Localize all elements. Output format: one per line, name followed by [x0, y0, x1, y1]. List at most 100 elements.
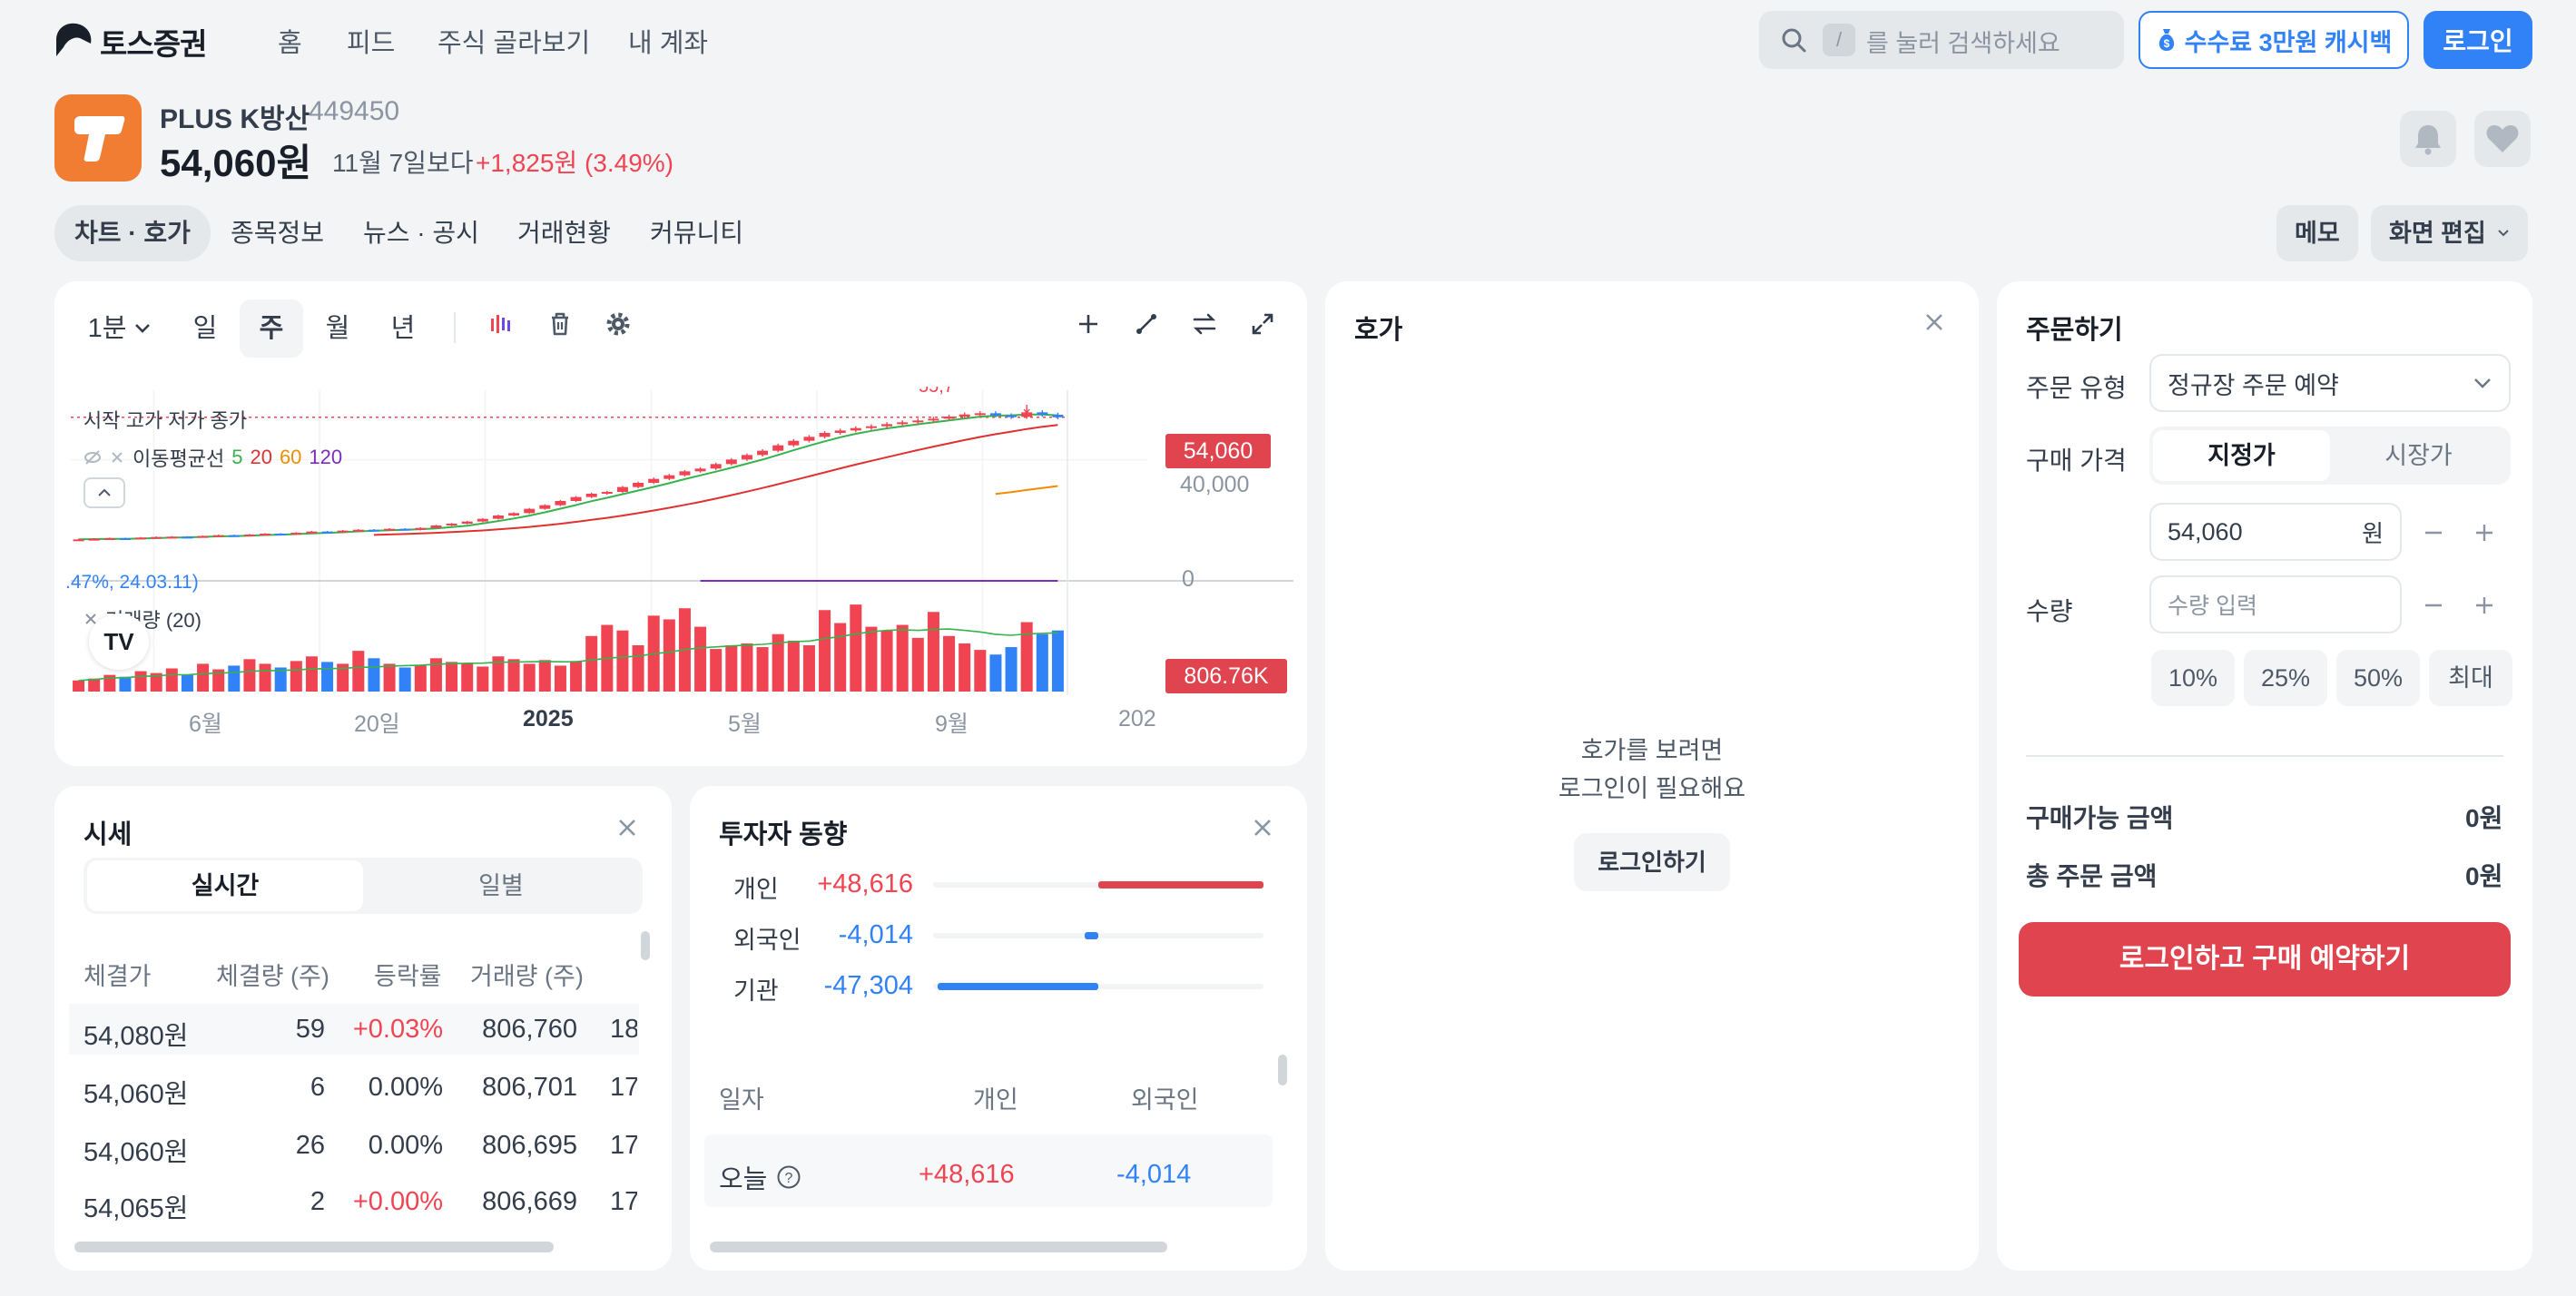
candle-body	[88, 538, 100, 541]
collapse-legend-button[interactable]	[84, 477, 125, 508]
volume-bar	[741, 643, 753, 692]
candle-body	[803, 437, 815, 441]
volume-bar	[134, 671, 147, 692]
vertical-scrollbar[interactable]	[1278, 1055, 1287, 1085]
volume-bar	[616, 630, 629, 692]
volume-bar	[259, 663, 271, 692]
nav-home[interactable]: 홈	[278, 22, 302, 60]
nav-feed[interactable]: 피드	[347, 22, 395, 60]
horizontal-scrollbar[interactable]	[74, 1242, 554, 1252]
volume-bar	[461, 663, 474, 692]
ohlc-legend: 시작 고가 저가 종가	[84, 409, 248, 432]
price-decrement-button[interactable]	[2420, 519, 2447, 546]
period-year[interactable]: 년	[372, 299, 434, 358]
volume-bar	[927, 612, 939, 692]
candle-body	[555, 501, 566, 506]
help-icon[interactable]: ?	[776, 1164, 801, 1190]
ma-line-60	[995, 485, 1058, 496]
investor-bar-fill	[1098, 881, 1263, 889]
candle-body	[757, 450, 769, 456]
candle-body	[943, 417, 955, 419]
price-increment-button[interactable]	[2471, 519, 2498, 546]
period-day[interactable]: 일	[174, 299, 236, 358]
investors-title: 투자자 동향	[719, 820, 848, 849]
qty-decrement-button[interactable]	[2420, 592, 2447, 619]
tab-chart-orderbook[interactable]: 차트 · 호가	[54, 205, 211, 261]
vertical-scrollbar[interactable]	[641, 931, 650, 960]
qty-increment-button[interactable]	[2471, 592, 2498, 619]
favorite-button[interactable]	[2474, 111, 2531, 167]
indicator-icon[interactable]	[488, 310, 516, 338]
investor-value: +48,616	[817, 869, 913, 898]
eye-off-icon[interactable]	[84, 448, 102, 466]
qty-10-percent[interactable]: 10%	[2151, 650, 2235, 706]
orderbook-login-button[interactable]: 로그인하기	[1574, 833, 1730, 891]
qty-input[interactable]: 수량 입력	[2149, 575, 2402, 633]
trash-icon[interactable]	[546, 310, 574, 338]
period-week[interactable]: 주	[240, 299, 303, 358]
candle-body	[430, 525, 442, 528]
candle-body	[446, 524, 457, 525]
edit-screen-button[interactable]: 화면 편집	[2371, 205, 2528, 261]
nav-stock-screener[interactable]: 주식 골라보기	[438, 22, 590, 60]
close-icon[interactable]	[614, 814, 641, 841]
volume-bar	[570, 661, 583, 692]
order-type-select[interactable]: 정규장 주문 예약	[2149, 354, 2511, 412]
volume-bar	[477, 666, 489, 692]
volume-bar	[585, 635, 598, 692]
qty-25-percent[interactable]: 25%	[2244, 650, 2327, 706]
app-logo-text[interactable]: 토스증권	[100, 20, 207, 64]
stock-code: 449450	[309, 96, 400, 126]
tab-community[interactable]: 커뮤니티	[630, 205, 763, 261]
candle-body	[290, 533, 302, 535]
fullscreen-icon[interactable]	[1249, 310, 1276, 338]
interval-select[interactable]: 1분	[76, 299, 163, 358]
gear-icon[interactable]	[605, 310, 632, 338]
plus-icon[interactable]	[1075, 310, 1102, 338]
qty-placeholder: 수량 입력	[2168, 594, 2257, 619]
login-and-reserve-button[interactable]: 로그인하고 구매 예약하기	[2019, 922, 2511, 997]
memo-button[interactable]: 메모	[2276, 205, 2358, 261]
close-icon[interactable]	[109, 449, 125, 466]
search-bar[interactable]: / 를 눌러 검색하세요	[1759, 11, 2124, 69]
table-cell-extra: 18	[610, 1015, 637, 1044]
cashback-button[interactable]: $ 수수료 3만원 캐시백	[2138, 11, 2409, 69]
tradingview-logo[interactable]: TV	[89, 614, 149, 670]
close-icon[interactable]	[1249, 814, 1276, 841]
tab-stock-info[interactable]: 종목정보	[211, 205, 344, 261]
price-input[interactable]: 54,060 원	[2149, 503, 2402, 561]
draw-line-icon[interactable]	[1133, 310, 1160, 338]
close-icon[interactable]	[1921, 309, 1948, 336]
svg-text:$: $	[2163, 37, 2169, 50]
price-mode-market[interactable]: 시장가	[2330, 430, 2507, 481]
horizontal-scrollbar[interactable]	[710, 1242, 1167, 1252]
toss-logo-icon[interactable]	[53, 20, 94, 58]
candle-body	[710, 464, 722, 469]
candle-body	[337, 530, 349, 533]
investor-bar-fill	[937, 983, 1098, 990]
candle-body	[788, 440, 800, 446]
alert-button[interactable]	[2400, 111, 2456, 167]
tab-news[interactable]: 뉴스 · 공시	[343, 205, 499, 261]
col-price: 체결가	[84, 963, 152, 990]
volume-bar	[896, 624, 909, 692]
volume-bar	[181, 674, 193, 692]
chevron-down-icon	[135, 324, 151, 333]
quotes-tab-realtime[interactable]: 실시간	[87, 860, 363, 911]
quotes-tab-daily[interactable]: 일별	[363, 860, 639, 911]
investor-value: -47,304	[823, 971, 913, 1000]
price-mode-limit[interactable]: 지정가	[2153, 430, 2330, 481]
table-cell-volume: 806,701	[482, 1073, 577, 1102]
period-month[interactable]: 월	[307, 299, 369, 358]
heart-icon	[2486, 125, 2519, 152]
qty-50-percent[interactable]: 50%	[2336, 650, 2420, 706]
tab-trading-status[interactable]: 거래현황	[497, 205, 631, 261]
volume-bar	[756, 647, 769, 692]
qty-max[interactable]: 최대	[2429, 650, 2512, 706]
compare-icon[interactable]	[1191, 310, 1218, 338]
nav-my-account[interactable]: 내 계좌	[628, 22, 708, 60]
quotes-title: 시세	[84, 820, 133, 849]
moving-average-lines	[78, 413, 1058, 582]
login-button[interactable]: 로그인	[2424, 11, 2532, 69]
volume-bar	[710, 649, 723, 692]
